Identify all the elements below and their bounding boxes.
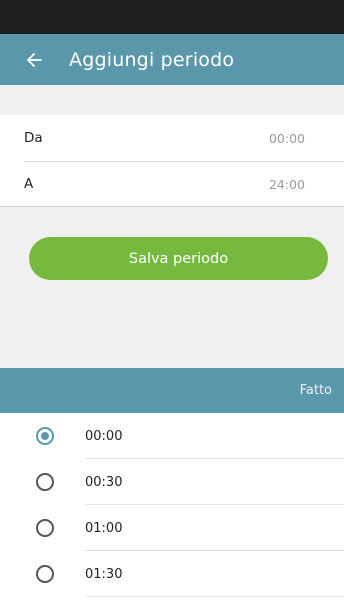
picker-toolbar: Fatto — [0, 368, 344, 413]
radio-unselected-icon[interactable] — [36, 519, 54, 537]
divider — [0, 206, 344, 207]
radio-unselected-icon[interactable] — [36, 565, 54, 583]
period-form: Da 00:00 A 24:00 — [0, 115, 344, 207]
time-option-label: 01:00 — [85, 520, 123, 536]
divider — [85, 596, 344, 597]
to-time-value: 24:00 — [268, 176, 305, 192]
time-option-label: 01:30 — [85, 566, 123, 582]
page-title: Aggiungi periodo — [69, 48, 235, 71]
radio-unselected-icon[interactable] — [36, 473, 54, 491]
status-bar — [0, 0, 344, 34]
app-bar: Aggiungi periodo — [0, 34, 344, 85]
time-option-label: 00:30 — [85, 474, 123, 490]
time-option[interactable]: 00:30 — [0, 459, 344, 505]
from-time-value: 00:00 — [268, 130, 305, 146]
time-option-label: 00:00 — [85, 428, 123, 444]
from-time-row[interactable]: Da 00:00 — [0, 115, 344, 161]
to-time-label: A — [24, 176, 34, 192]
time-picker-list: 00:00 00:30 01:00 01:30 — [0, 413, 344, 608]
time-option[interactable]: 00:00 — [0, 413, 344, 459]
time-option[interactable]: 01:30 — [0, 551, 344, 597]
done-button[interactable]: Fatto — [300, 383, 332, 398]
to-time-row[interactable]: A 24:00 — [0, 161, 344, 207]
from-time-label: Da — [24, 130, 43, 146]
time-option[interactable]: 01:00 — [0, 505, 344, 551]
arrow-left-icon[interactable] — [21, 47, 47, 73]
radio-selected-icon[interactable] — [36, 427, 54, 445]
save-period-button[interactable]: Salva periodo — [29, 237, 328, 280]
